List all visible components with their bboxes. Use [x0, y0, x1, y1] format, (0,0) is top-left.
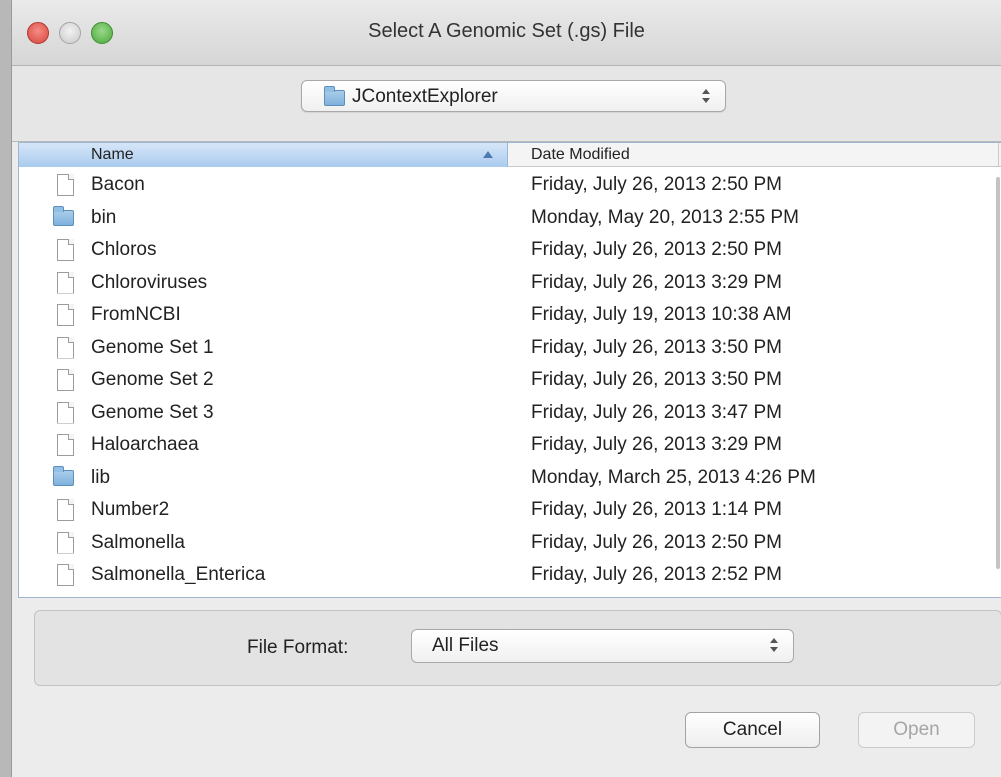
folder-icon — [324, 86, 345, 106]
popup-arrows-icon — [701, 87, 711, 105]
document-fold-icon — [68, 434, 74, 440]
table-row[interactable]: Salmonella_Enterica Friday, July 26, 2013… — [19, 559, 1001, 592]
document-fold-icon — [68, 239, 74, 245]
file-date-modified: Monday, May 20, 2013 2:55 PM — [531, 206, 799, 228]
document-fold-icon — [68, 304, 74, 310]
document-fold-icon — [68, 401, 74, 408]
table-row[interactable]: Bacon Friday, July 26, 2013 2:50 PM — [19, 169, 1001, 202]
list-header: Name Date Modified — [19, 143, 1001, 167]
file-name: Number2 — [91, 499, 170, 520]
location-toolbar: JContextExplorer — [12, 66, 1001, 142]
file-format-panel: File Format: All Files — [34, 610, 1001, 686]
file-date-modified: Friday, July 26, 2013 3:47 PM — [531, 401, 782, 423]
file-name: FromNCBI — [91, 304, 181, 325]
file-format-popup[interactable]: All Files — [411, 629, 794, 663]
column-header-name[interactable]: Name — [19, 143, 508, 167]
file-date-modified: Friday, July 26, 2013 3:29 PM — [531, 271, 782, 293]
file-name: Genome Set 1 — [91, 336, 214, 358]
file-name: Genome Set 2 — [91, 369, 214, 390]
file-date-modified: Friday, July 26, 2013 2:50 PM — [531, 239, 782, 260]
file-date-modified: Friday, July 26, 2013 2:50 PM — [531, 531, 782, 553]
cancel-button[interactable]: Cancel — [685, 712, 820, 748]
file-date-modified: Friday, July 26, 2013 3:50 PM — [531, 369, 782, 390]
sort-ascending-icon — [483, 151, 493, 158]
file-date-modified: Friday, July 26, 2013 2:50 PM — [531, 174, 782, 195]
file-name: Chloros — [91, 239, 157, 260]
folder-icon — [53, 205, 74, 226]
file-format-label: File Format: — [247, 637, 349, 658]
file-date-modified: Friday, July 26, 2013 1:14 PM — [531, 499, 782, 520]
table-row[interactable]: Haloarchaea Friday, July 26, 2013 3:29 PM — [19, 429, 1001, 462]
file-date-modified: Friday, July 26, 2013 3:50 PM — [531, 336, 782, 358]
file-rows: Bacon Friday, July 26, 2013 2:50 PM bin Mon… — [19, 169, 1001, 592]
file-name: Chloroviruses — [91, 271, 208, 293]
file-date-modified: Friday, July 26, 2013 3:29 PM — [531, 434, 782, 455]
table-row[interactable]: Number2 Friday, July 26, 2013 1:14 PM — [19, 494, 1001, 527]
vertical-scrollbar[interactable] — [993, 167, 1001, 597]
file-name: bin — [91, 206, 117, 228]
file-date-modified: Friday, July 19, 2013 10:38 AM — [531, 304, 792, 325]
file-chooser-dialog: Select A Genomic Set (.gs) File JContext… — [11, 0, 1001, 777]
table-row[interactable]: lib Monday, March 25, 2013 4:26 PM — [19, 462, 1001, 495]
table-row[interactable]: Chloros Friday, July 26, 2013 2:50 PM — [19, 234, 1001, 267]
file-name: lib — [91, 466, 111, 488]
column-header-date-modified[interactable]: Date Modified — [509, 143, 999, 167]
window-title: Select A Genomic Set (.gs) File — [368, 20, 645, 42]
scrollbar-thumb[interactable] — [996, 177, 1000, 569]
file-name: Haloarchaea — [91, 434, 199, 455]
title-bar: Select A Genomic Set (.gs) File — [12, 0, 1001, 66]
column-header-name-label: Name — [91, 146, 134, 163]
file-name: Salmonella_Enterica — [91, 564, 266, 585]
document-fold-icon — [68, 174, 74, 180]
table-row[interactable]: Salmonella Friday, July 26, 2013 2:50 PM — [19, 527, 1001, 560]
popup-arrows-icon — [769, 636, 779, 654]
open-button[interactable]: Open — [858, 712, 975, 748]
folder-icon — [53, 465, 74, 486]
location-popup[interactable]: JContextExplorer — [301, 80, 726, 112]
background-window-edge — [0, 0, 11, 777]
file-format-value: All Files — [432, 635, 499, 656]
document-fold-icon — [68, 499, 74, 505]
file-name: Salmonella — [91, 531, 185, 553]
table-row[interactable]: bin Monday, May 20, 2013 2:55 PM — [19, 202, 1001, 235]
document-fold-icon — [68, 369, 74, 375]
document-fold-icon — [68, 271, 74, 278]
table-row[interactable]: Chloroviruses Friday, July 26, 2013 3:29 … — [19, 267, 1001, 300]
file-list[interactable]: Name Date Modified Bacon Friday, July 26,… — [18, 142, 1001, 598]
document-fold-icon — [68, 336, 74, 343]
document-fold-icon — [68, 531, 74, 538]
file-date-modified: Monday, March 25, 2013 4:26 PM — [531, 466, 816, 488]
table-row[interactable]: Genome Set 1 Friday, July 26, 2013 3:50 P… — [19, 332, 1001, 365]
table-row[interactable]: FromNCBI Friday, July 19, 2013 10:38 AM — [19, 299, 1001, 332]
file-date-modified: Friday, July 26, 2013 2:52 PM — [531, 564, 782, 585]
column-header-date-label: Date Modified — [531, 146, 630, 163]
table-row[interactable]: Genome Set 2 Friday, July 26, 2013 3:50 P… — [19, 364, 1001, 397]
location-label: JContextExplorer — [352, 86, 498, 107]
table-row[interactable]: Genome Set 3 Friday, July 26, 2013 3:47 P… — [19, 397, 1001, 430]
file-name: Genome Set 3 — [91, 401, 214, 423]
document-fold-icon — [68, 564, 74, 570]
file-name: Bacon — [91, 174, 145, 195]
